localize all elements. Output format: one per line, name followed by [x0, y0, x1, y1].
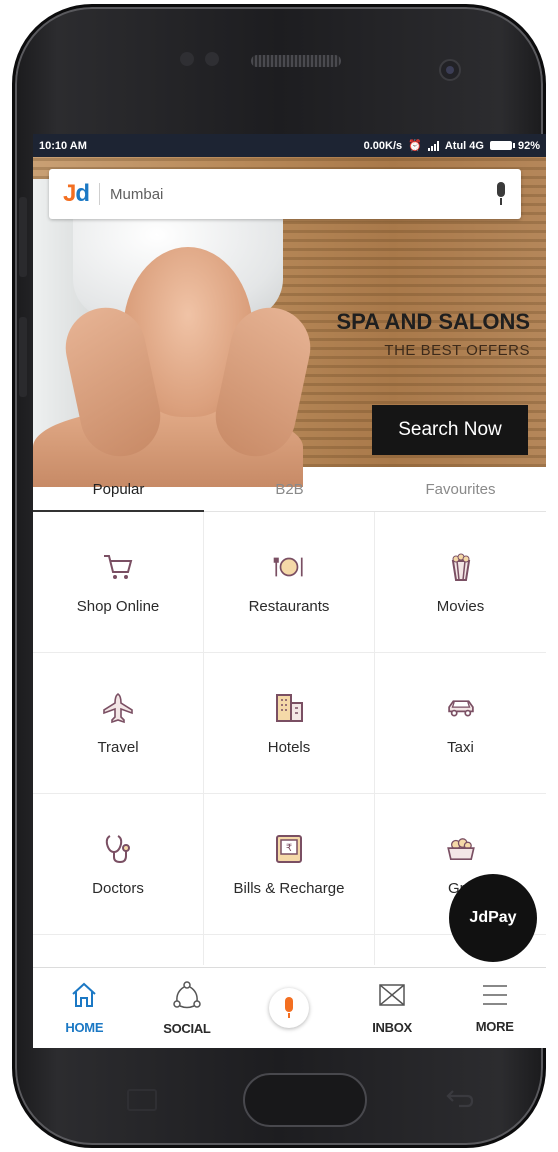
- menu-icon: [480, 982, 510, 1013]
- plate-icon: [272, 550, 306, 584]
- nav-label: INBOX: [372, 1020, 412, 1035]
- bill-icon: ₹: [272, 832, 306, 866]
- front-camera-icon: [439, 59, 461, 81]
- nav-label: MORE: [475, 1019, 514, 1034]
- category-doctors[interactable]: Doctors: [33, 794, 204, 935]
- mic-icon[interactable]: [495, 182, 507, 206]
- bottom-navigation: HOME SOCIAL INBOX MORE: [33, 967, 546, 1048]
- volume-down-button: [19, 317, 27, 397]
- category-movies[interactable]: Movies: [375, 512, 546, 653]
- tab-popular[interactable]: Popular: [33, 467, 204, 512]
- category-label: Bills & Recharge: [233, 879, 345, 897]
- jd-logo: Jd: [63, 180, 90, 207]
- category-label: Restaurants: [248, 597, 330, 615]
- sensor-icon: [180, 52, 194, 66]
- sensor-icon: [205, 52, 219, 66]
- search-divider: [99, 183, 101, 205]
- category-label: Movies: [436, 597, 485, 615]
- cart-icon: [101, 550, 135, 584]
- promo-subtitle: THE BEST OFFERS: [384, 342, 530, 359]
- nav-home[interactable]: HOME: [33, 968, 136, 1048]
- carrier-name: Atul 4G: [444, 139, 484, 152]
- category-restaurants[interactable]: Restaurants: [204, 512, 375, 653]
- svg-text:₹: ₹: [286, 843, 292, 854]
- category-travel[interactable]: Travel: [33, 653, 204, 794]
- promo-banner[interactable]: Jd Mumbai SPA AND SALONS THE BEST OFFERS…: [33, 157, 546, 487]
- earpiece-speaker: [251, 55, 341, 67]
- app-screen: 10:10 AM 0.00K/s ⏰ Atul 4G 92% Jd Mumbai…: [33, 134, 546, 1048]
- category-shop-online[interactable]: Shop Online: [33, 512, 204, 653]
- network-speed: 0.00K/s: [363, 139, 403, 152]
- status-time: 10:10 AM: [39, 139, 87, 152]
- promo-title: SPA AND SALONS: [336, 309, 530, 334]
- basket-icon: [444, 832, 478, 866]
- location-field[interactable]: Mumbai: [110, 186, 495, 203]
- category-label: Hotels: [267, 738, 311, 756]
- nav-voice-search[interactable]: [238, 968, 341, 1048]
- back-arrow-icon: [446, 1090, 474, 1108]
- category-label: Travel: [97, 738, 139, 756]
- category-hotels[interactable]: Hotels: [204, 653, 375, 794]
- nav-label: HOME: [65, 1020, 104, 1035]
- recent-apps-button[interactable]: [127, 1089, 157, 1111]
- battery-icon: [489, 141, 515, 150]
- back-button[interactable]: [445, 1087, 485, 1115]
- nav-inbox[interactable]: INBOX: [341, 968, 444, 1048]
- plane-icon: [101, 691, 135, 725]
- home-hardware-button[interactable]: [243, 1073, 367, 1127]
- search-now-button[interactable]: Search Now: [372, 405, 528, 455]
- social-icon: [172, 980, 202, 1015]
- status-bar: 10:10 AM 0.00K/s ⏰ Atul 4G 92%: [33, 134, 546, 157]
- inbox-icon: [377, 981, 407, 1014]
- stethoscope-icon: [101, 832, 135, 866]
- popcorn-icon: [444, 550, 478, 584]
- category-label: Doctors: [92, 879, 144, 897]
- category-tabs: Popular B2B Favourites: [33, 467, 546, 512]
- category-label: Shop Online: [76, 597, 160, 615]
- car-icon: [444, 691, 478, 725]
- battery-level: 92%: [517, 139, 540, 152]
- nav-label: SOCIAL: [163, 1021, 211, 1036]
- signal-icon: [427, 140, 439, 151]
- alarm-icon: ⏰: [408, 140, 422, 152]
- category-bills-recharge[interactable]: ₹ Bills & Recharge: [204, 794, 375, 935]
- category-taxi[interactable]: Taxi: [375, 653, 546, 794]
- building-icon: [272, 691, 306, 725]
- search-bar[interactable]: Jd Mumbai: [49, 169, 521, 219]
- category-label: Taxi: [447, 738, 474, 756]
- tab-b2b[interactable]: B2B: [204, 467, 375, 511]
- mic-icon: [269, 988, 310, 1028]
- jdpay-button[interactable]: JdPay: [449, 874, 537, 962]
- category-grid: Shop Online Restaurants Movies Travel Ho…: [33, 512, 546, 935]
- tab-favourites[interactable]: Favourites: [375, 467, 546, 511]
- volume-up-button: [19, 197, 27, 277]
- nav-social[interactable]: SOCIAL: [136, 968, 239, 1048]
- nav-more[interactable]: MORE: [443, 968, 546, 1048]
- home-icon: [69, 981, 99, 1014]
